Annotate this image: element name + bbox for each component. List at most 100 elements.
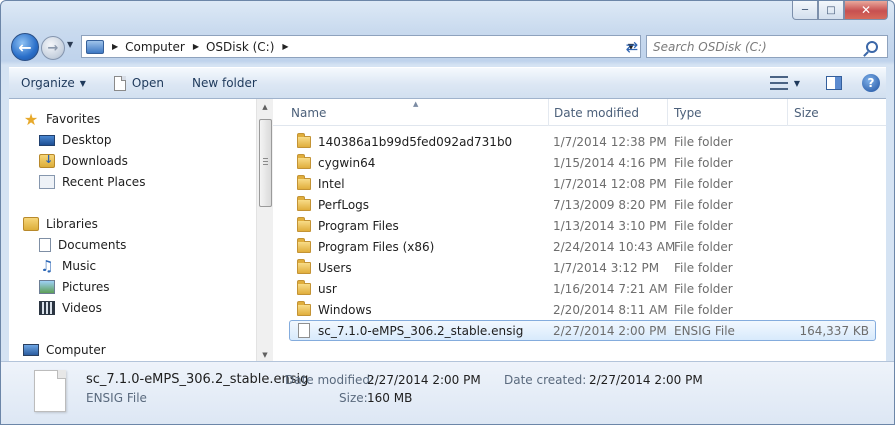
file-name: usr bbox=[318, 281, 337, 296]
sidebar-item-label: Computer bbox=[46, 343, 106, 357]
details-date-created-value[interactable]: 2/27/2014 2:00 PM bbox=[589, 373, 703, 387]
chevron-right-icon[interactable]: ▶ bbox=[282, 42, 288, 51]
change-view-icon[interactable] bbox=[769, 76, 788, 90]
file-name: Program Files bbox=[318, 218, 399, 233]
address-bar[interactable]: ▶ Computer ▶ OSDisk (C:) ▶ ▼ bbox=[81, 35, 641, 58]
file-date: 1/16/2014 7:21 AM bbox=[553, 281, 668, 296]
search-box[interactable] bbox=[646, 35, 888, 58]
file-date: 1/13/2014 3:10 PM bbox=[553, 218, 667, 233]
file-name: Program Files (x86) bbox=[318, 239, 435, 254]
sidebar-item-videos[interactable]: Videos bbox=[39, 298, 102, 318]
sidebar-item-libraries[interactable]: Libraries bbox=[23, 214, 98, 234]
folder-icon bbox=[297, 174, 311, 190]
sidebar-item-label: Documents bbox=[58, 238, 127, 252]
table-row[interactable]: Users 1/7/2014 3:12 PM File folder bbox=[289, 257, 876, 278]
column-header-row: ▲ Name Date modified Type Size bbox=[273, 99, 886, 126]
documents-icon bbox=[39, 238, 51, 252]
breadcrumb-osdisk[interactable]: OSDisk (C:) bbox=[206, 40, 274, 54]
sidebar-item-documents[interactable]: Documents bbox=[39, 235, 126, 255]
column-header-size[interactable]: Size bbox=[788, 99, 886, 126]
libraries-icon bbox=[23, 217, 39, 231]
chevron-right-icon[interactable]: ▶ bbox=[112, 42, 118, 51]
folder-icon bbox=[297, 195, 311, 211]
file-date: 7/13/2009 8:20 PM bbox=[553, 197, 667, 212]
folder-icon bbox=[297, 153, 311, 169]
back-button[interactable]: ← bbox=[11, 33, 39, 61]
file-type: File folder bbox=[674, 197, 733, 212]
navigation-scrollbar[interactable]: ▲ ▼ bbox=[256, 99, 273, 363]
refresh-icon: ⇄ bbox=[625, 37, 639, 56]
sidebar-item-computer[interactable]: Computer bbox=[23, 340, 106, 360]
file-name: Windows bbox=[318, 302, 372, 317]
new-folder-label: New folder bbox=[191, 76, 257, 90]
file-date: 1/7/2014 12:08 PM bbox=[553, 176, 667, 191]
details-filename: sc_7.1.0-eMPS_306.2_stable.ensig bbox=[86, 372, 309, 387]
file-date: 2/27/2014 2:00 PM bbox=[553, 323, 667, 338]
breadcrumb-computer[interactable]: Computer bbox=[125, 40, 185, 54]
organize-button[interactable]: Organize ▼ bbox=[13, 71, 94, 95]
table-row[interactable]: usr 1/16/2014 7:21 AM File folder bbox=[289, 278, 876, 299]
file-date: 1/7/2014 12:38 PM bbox=[553, 134, 667, 149]
search-input[interactable] bbox=[653, 39, 866, 54]
file-type: File folder bbox=[674, 239, 733, 254]
help-icon[interactable]: ? bbox=[862, 74, 880, 92]
preview-pane-icon[interactable] bbox=[826, 76, 842, 90]
view-options-dropdown[interactable]: ▼ bbox=[794, 79, 800, 88]
folder-icon bbox=[297, 132, 311, 148]
table-row[interactable]: PerfLogs 7/13/2009 8:20 PM File folder bbox=[289, 194, 876, 215]
file-name: cygwin64 bbox=[318, 155, 376, 170]
file-type: File folder bbox=[674, 218, 733, 233]
search-icon[interactable] bbox=[866, 40, 878, 53]
sidebar-item-label: Desktop bbox=[62, 133, 112, 147]
file-type: File folder bbox=[674, 302, 733, 317]
minimize-button[interactable]: ─ bbox=[792, 1, 818, 20]
sidebar-item-music[interactable]: ♫ Music bbox=[39, 256, 96, 276]
maximize-icon: □ bbox=[826, 4, 836, 16]
folder-icon bbox=[297, 216, 311, 232]
recent-places-icon bbox=[39, 175, 55, 189]
recent-pages-dropdown[interactable]: ▼ bbox=[67, 40, 73, 49]
minimize-icon: ─ bbox=[801, 4, 809, 16]
maximize-button[interactable]: □ bbox=[818, 1, 844, 20]
column-header-type[interactable]: Type bbox=[668, 99, 788, 126]
details-size-label: Size: bbox=[339, 391, 368, 405]
table-row[interactable]: Intel 1/7/2014 12:08 PM File folder bbox=[289, 173, 876, 194]
downloads-folder-icon bbox=[39, 153, 55, 168]
explorer-window: ─ □ ✕ ← → ▼ ▶ Computer ▶ OSDisk (C:) ▶ ▼… bbox=[0, 0, 895, 425]
details-date-created-label: Date created: bbox=[504, 373, 587, 387]
table-row[interactable]: 140386a1b99d5fed092ad731b0 1/7/2014 12:3… bbox=[289, 131, 876, 152]
computer-drive-icon bbox=[86, 39, 104, 54]
scroll-up-icon[interactable]: ▲ bbox=[257, 99, 273, 115]
details-date-modified-label: Date modified: bbox=[285, 373, 375, 387]
details-date-modified-value[interactable]: 2/27/2014 2:00 PM bbox=[367, 373, 481, 387]
chevron-down-icon: ▼ bbox=[79, 78, 86, 88]
sidebar-item-favorites[interactable]: ★ Favorites bbox=[23, 109, 100, 129]
sidebar-item-pictures[interactable]: Pictures bbox=[39, 277, 110, 297]
sidebar-item-downloads[interactable]: Downloads bbox=[39, 151, 128, 171]
file-type: ENSIG File bbox=[674, 323, 735, 338]
close-button[interactable]: ✕ bbox=[844, 1, 888, 20]
sidebar-item-desktop[interactable]: Desktop bbox=[39, 130, 112, 150]
sidebar-item-recent-places[interactable]: Recent Places bbox=[39, 172, 145, 192]
command-bar: Organize ▼ Open New folder ▼ ? bbox=[9, 67, 886, 99]
chevron-right-icon[interactable]: ▶ bbox=[193, 42, 199, 51]
table-row-selected[interactable]: sc_7.1.0-eMPS_306.2_stable.ensig 2/27/20… bbox=[289, 320, 876, 341]
refresh-button[interactable]: ⇄ bbox=[620, 35, 644, 58]
open-button[interactable]: Open bbox=[106, 71, 172, 95]
table-row[interactable]: Program Files (x86) 2/24/2014 10:43 AM F… bbox=[289, 236, 876, 257]
table-row[interactable]: cygwin64 1/15/2014 4:16 PM File folder bbox=[289, 152, 876, 173]
scrollbar-thumb[interactable] bbox=[259, 119, 272, 207]
table-row[interactable]: Windows 2/20/2014 8:11 AM File folder bbox=[289, 299, 876, 320]
table-row[interactable]: Program Files 1/13/2014 3:10 PM File fol… bbox=[289, 215, 876, 236]
forward-button[interactable]: → bbox=[41, 36, 65, 60]
column-header-name[interactable]: Name bbox=[285, 99, 549, 126]
folder-icon bbox=[297, 237, 311, 253]
new-folder-button[interactable]: New folder bbox=[184, 71, 265, 95]
organize-label: Organize bbox=[21, 76, 75, 90]
file-size: 164,337 KB bbox=[799, 323, 869, 338]
file-date: 1/7/2014 3:12 PM bbox=[553, 260, 660, 275]
column-header-date-modified[interactable]: Date modified bbox=[548, 99, 668, 126]
folder-icon bbox=[297, 279, 311, 295]
view-controls: ▼ ? bbox=[769, 74, 886, 92]
computer-icon bbox=[23, 344, 39, 356]
